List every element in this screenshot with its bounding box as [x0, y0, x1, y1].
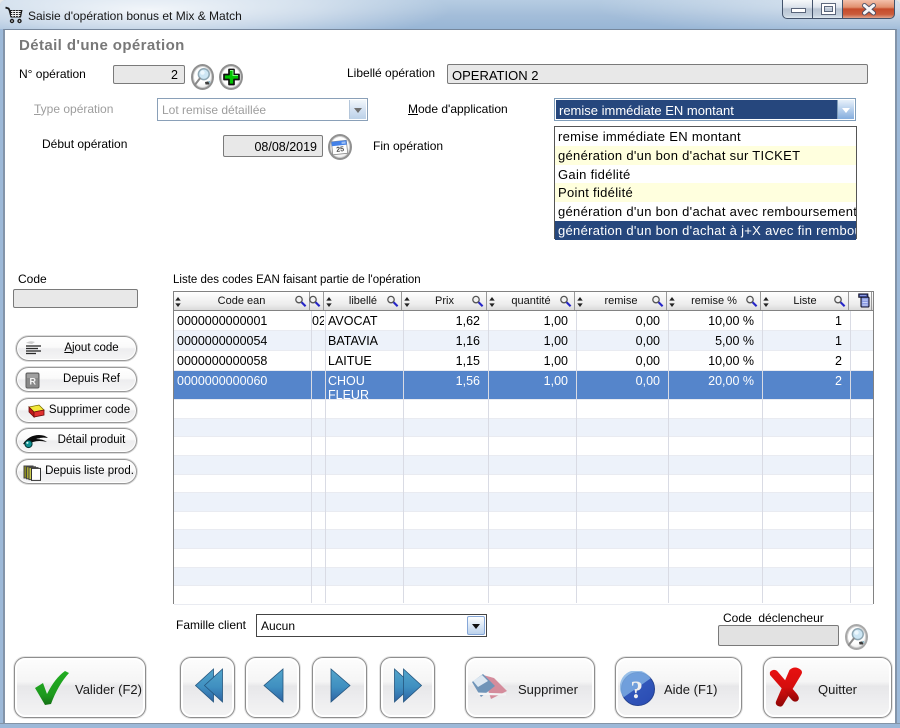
svg-text:R: R [30, 377, 37, 387]
svg-text:?: ? [631, 677, 644, 704]
svg-text:25: 25 [336, 146, 345, 154]
